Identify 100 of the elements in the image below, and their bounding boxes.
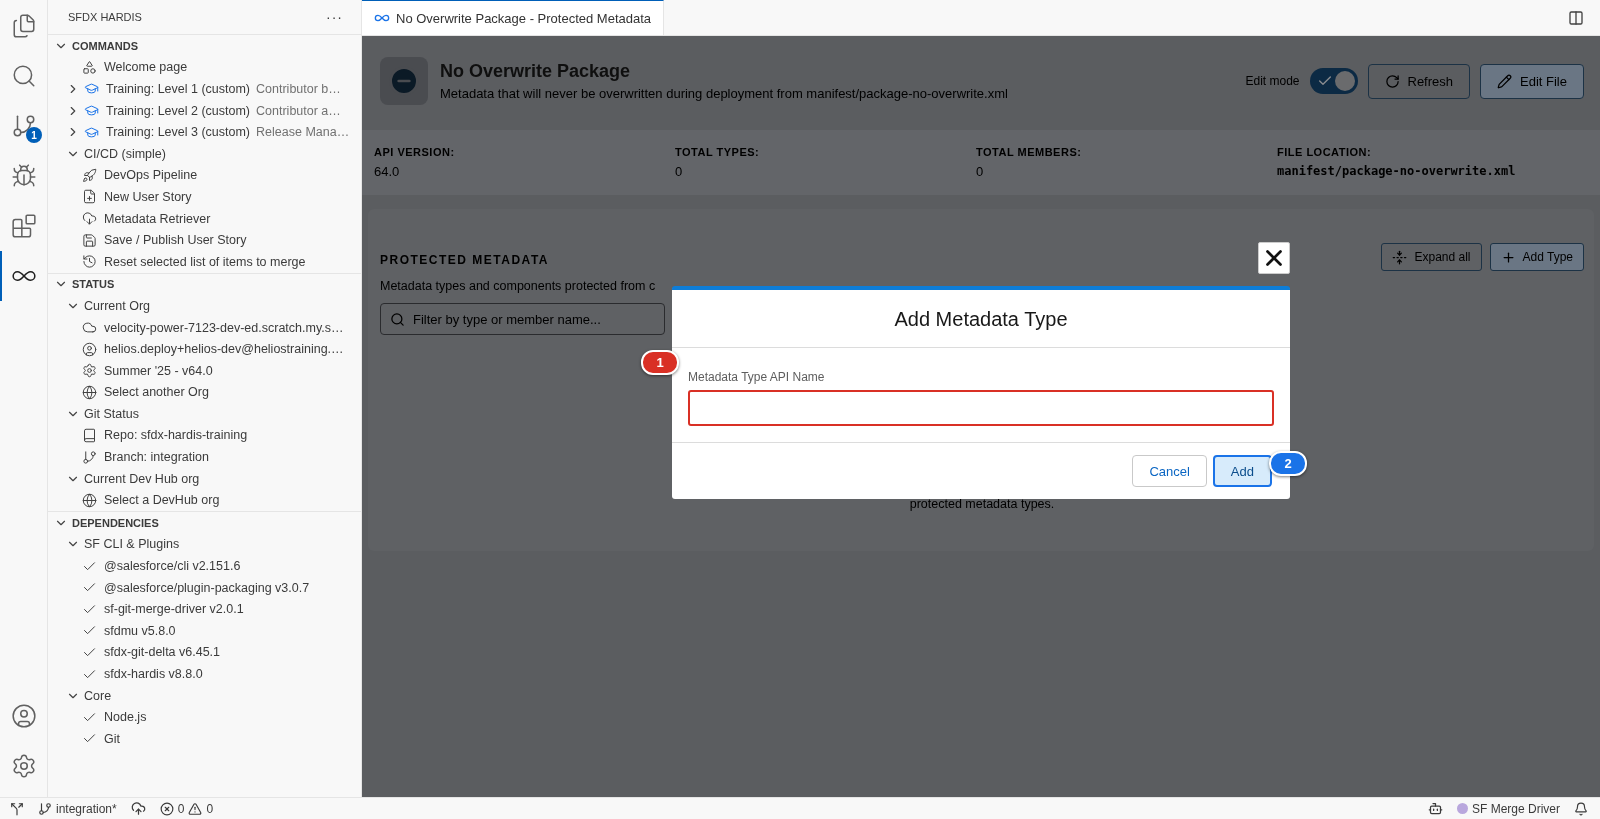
account-icon[interactable] bbox=[10, 703, 37, 729]
extensions-icon[interactable] bbox=[10, 213, 37, 239]
edit-file-button[interactable]: Edit File bbox=[1480, 63, 1584, 99]
warning-count[interactable]: 0 bbox=[206, 801, 214, 816]
tree-item[interactable]: sfdmu v5.8.0 bbox=[48, 620, 361, 642]
tree-item[interactable]: sf-git-merge-driver v2.0.1 bbox=[48, 598, 361, 621]
tree-label: DevOps Pipeline bbox=[104, 168, 198, 183]
section-header[interactable]: DEPENDENCIES bbox=[48, 512, 361, 534]
tree-item[interactable]: SF CLI & Plugins bbox=[48, 533, 361, 556]
tree-item[interactable]: Training: Level 3 (custom) Release Mana… bbox=[48, 121, 361, 143]
tree-label: Branch: integration bbox=[104, 450, 209, 465]
tree-label: Current Org bbox=[84, 298, 150, 313]
tree-item[interactable]: sfdx-hardis v8.8.0 bbox=[48, 663, 361, 685]
bell-icon[interactable] bbox=[1574, 801, 1588, 816]
split-editor-icon[interactable] bbox=[1568, 9, 1584, 26]
tree-item[interactable]: Git Status bbox=[48, 403, 361, 425]
tree-label: Select another Org bbox=[104, 385, 209, 400]
tree-item[interactable]: Current Dev Hub org bbox=[48, 467, 361, 490]
section-header[interactable]: COMMANDS bbox=[48, 35, 361, 57]
files-icon[interactable] bbox=[10, 13, 37, 39]
tree-item[interactable]: DevOps Pipeline bbox=[48, 164, 361, 187]
tree-item[interactable]: velocity-power-7123-dev-ed.scratch.my.s… bbox=[48, 316, 361, 339]
tree-item[interactable]: New User Story bbox=[48, 186, 361, 208]
cloud-icon bbox=[82, 320, 98, 335]
tree-item[interactable]: @salesforce/plugin-packaging v3.0.7 bbox=[48, 576, 361, 599]
search-icon bbox=[390, 312, 405, 327]
history-icon bbox=[82, 254, 98, 270]
plus-icon bbox=[1500, 249, 1516, 265]
error-count[interactable]: 0 bbox=[177, 801, 185, 816]
tree-item[interactable]: CI/CD (simple) bbox=[48, 142, 361, 165]
section-heading: PROTECTED METADATA bbox=[380, 253, 550, 267]
edit-mode-toggle[interactable] bbox=[1309, 68, 1358, 94]
settings-icon[interactable] bbox=[10, 753, 37, 779]
add-button[interactable]: Add bbox=[1212, 455, 1272, 487]
tree-label: Reset selected list of items to merge bbox=[104, 254, 306, 269]
input-field[interactable] bbox=[688, 390, 1274, 426]
cloud-upload-icon[interactable] bbox=[130, 801, 146, 816]
tree-item[interactable]: Welcome page bbox=[48, 56, 361, 79]
tree-item[interactable]: Branch: integration bbox=[48, 446, 361, 468]
tree-item[interactable]: Repo: sfdx-hardis-training bbox=[48, 424, 361, 447]
merge-driver-status[interactable]: SF Merge Driver bbox=[1472, 801, 1560, 816]
robot-icon[interactable] bbox=[1428, 801, 1443, 816]
tree-label: Core bbox=[84, 688, 112, 703]
tree-item[interactable]: Metadata Retriever bbox=[48, 207, 361, 230]
tree-item[interactable]: Current Org bbox=[48, 295, 361, 317]
cancel-button[interactable]: Cancel bbox=[1132, 455, 1207, 487]
tree-label: CI/CD (simple) bbox=[84, 146, 166, 161]
tree-item[interactable]: helios.deploy+helios-dev@heliostraining.… bbox=[48, 338, 361, 360]
tree-item[interactable]: Select another Org bbox=[48, 381, 361, 404]
empty-state-text: protected metadata types. bbox=[908, 497, 1056, 511]
tree-label: Select a DevHub org bbox=[104, 493, 220, 508]
tree-label: Current Dev Hub org bbox=[84, 471, 200, 486]
tree-item[interactable]: @salesforce/cli v2.151.6 bbox=[48, 555, 361, 577]
editor-tab[interactable]: No Overwrite Package - Protected Metadata bbox=[362, 0, 665, 35]
source-control-icon[interactable] bbox=[10, 113, 37, 139]
tree-item[interactable]: Core bbox=[48, 684, 361, 707]
tree-label: Node.js bbox=[104, 710, 147, 725]
more-actions-button[interactable]: ··· bbox=[326, 9, 343, 25]
close-button[interactable] bbox=[1258, 242, 1290, 274]
cloud-download-icon bbox=[82, 211, 98, 227]
section-title: COMMANDS bbox=[72, 39, 138, 52]
graduation-cap-icon bbox=[84, 124, 100, 140]
refresh-icon bbox=[1384, 73, 1400, 89]
tree-label: Summer '25 - v64.0 bbox=[104, 363, 213, 378]
page-subtitle: Metadata that will never be overwritten during deployment from manifest/package-no-overwrite.xml bbox=[440, 86, 1008, 101]
sidebar-title: SFDX HARDIS bbox=[68, 11, 142, 23]
tree-label: Welcome page bbox=[104, 60, 188, 75]
tree-item[interactable]: Save / Publish User Story bbox=[48, 229, 361, 251]
tree-label: Git bbox=[104, 731, 120, 746]
tree-item[interactable]: sfdx-git-delta v6.45.1 bbox=[48, 641, 361, 664]
tree-label: @salesforce/cli v2.151.6 bbox=[104, 559, 241, 574]
tree-item[interactable]: Training: Level 2 (custom) Contributor a… bbox=[48, 99, 361, 122]
count-badge: 1 bbox=[26, 127, 42, 143]
tree-item[interactable]: Node.js bbox=[48, 706, 361, 728]
error-icon bbox=[159, 801, 174, 816]
add-type-button[interactable]: Add Type bbox=[1489, 243, 1584, 271]
status-dot-icon bbox=[1457, 803, 1468, 814]
tree-item[interactable]: Select a DevHub org bbox=[48, 489, 361, 512]
filter-field[interactable]: Filter by type or member name... bbox=[380, 303, 665, 335]
tree-label: SF CLI & Plugins bbox=[84, 537, 180, 552]
globe-icon bbox=[82, 492, 98, 508]
graduation-cap-icon bbox=[84, 81, 100, 97]
stat-value: 64.0 bbox=[374, 164, 401, 179]
tree-label: Repo: sfdx-hardis-training bbox=[104, 428, 248, 443]
bug-icon[interactable] bbox=[10, 163, 37, 189]
pencil-icon bbox=[1497, 73, 1513, 89]
edit-mode-label: Edit mode bbox=[1245, 74, 1300, 88]
section-header[interactable]: STATUS bbox=[48, 273, 361, 296]
tree-item[interactable]: Git bbox=[48, 728, 361, 750]
branch-status[interactable]: integration* bbox=[56, 801, 117, 816]
tree-label: velocity-power-7123-dev-ed.scratch.my.s… bbox=[104, 320, 344, 335]
tree-label: Training: Level 3 (custom) bbox=[106, 125, 251, 140]
remote-icon[interactable] bbox=[10, 801, 24, 816]
tree-item[interactable]: Summer '25 - v64.0 bbox=[48, 359, 361, 382]
tree-item[interactable]: Reset selected list of items to merge bbox=[48, 250, 361, 273]
tree-item[interactable]: Training: Level 1 (custom) Contributor b… bbox=[48, 78, 361, 100]
globe-icon bbox=[82, 384, 98, 400]
field-label: Metadata Type API Name bbox=[688, 370, 826, 384]
stat-label: TOTAL MEMBERS: bbox=[976, 146, 1083, 158]
book-icon bbox=[82, 428, 98, 443]
